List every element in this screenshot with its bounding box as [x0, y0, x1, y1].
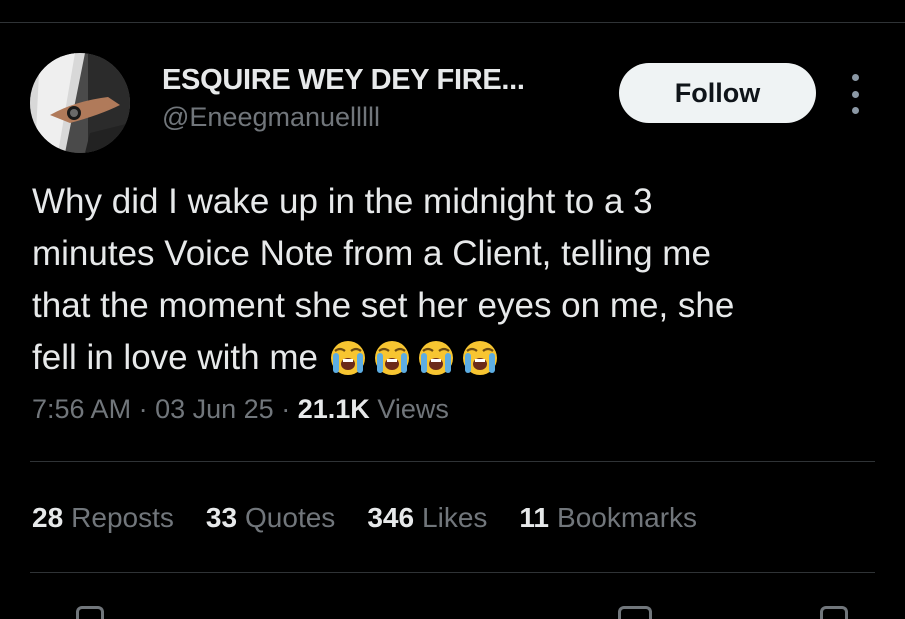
reposts-label: Reposts — [71, 502, 174, 533]
bookmarks-label: Bookmarks — [557, 502, 698, 533]
loudly-crying-face-icon — [330, 341, 365, 375]
more-dot — [851, 107, 859, 114]
more-dot — [851, 90, 859, 98]
follow-button[interactable]: Follow — [619, 63, 816, 123]
loudly-crying-face-icon — [462, 341, 497, 375]
reposts-count: 28 — [32, 502, 64, 533]
meta-separator: · — [138, 394, 148, 424]
display-name[interactable]: ESQUIRE WEY DEY FIRE... — [162, 64, 525, 97]
likes-count: 346 — [367, 502, 415, 533]
loudly-crying-face-icon — [374, 341, 409, 375]
more-options-icon[interactable] — [842, 74, 868, 114]
likes-label: Likes — [422, 502, 488, 533]
divider — [30, 572, 875, 573]
tweet-line: minutes Voice Note from a Client, tellin… — [32, 234, 711, 273]
views-label[interactable]: Views — [377, 394, 449, 424]
views-count[interactable]: 21.1K — [298, 394, 370, 424]
tweet-time[interactable]: 7:56 AM — [32, 394, 131, 424]
avatar-photo — [30, 53, 130, 153]
tweet-line-last: fell in love with me — [32, 332, 892, 384]
tweet-date[interactable]: 03 Jun 25 — [155, 394, 274, 424]
loudly-crying-face-icon — [418, 341, 453, 375]
tweet-text: Why did I wake up in the midnight to a 3… — [32, 176, 892, 384]
tweet-line: that the moment she set her eyes on me, … — [32, 286, 735, 325]
divider — [30, 461, 875, 462]
tweet-line: Why did I wake up in the midnight to a 3 — [32, 182, 653, 221]
user-handle[interactable]: @Eneegmanuelllll — [162, 102, 380, 133]
avatar[interactable] — [30, 53, 130, 153]
tweet-line: fell in love with me — [32, 338, 318, 377]
bookmarks-count: 11 — [519, 502, 550, 533]
tweet-meta: 7:56 AM · 03 Jun 25 · 21.1K Views — [32, 394, 449, 425]
quotes-label: Quotes — [245, 502, 336, 533]
engagement-stats: 28 Reposts 33 Quotes 346 Likes 11 Bookmarks — [32, 502, 729, 534]
stat-bookmarks[interactable]: 11 Bookmarks — [519, 502, 697, 534]
top-divider — [0, 22, 905, 23]
stat-reposts[interactable]: 28 Reposts — [32, 502, 174, 534]
stat-quotes[interactable]: 33 Quotes — [206, 502, 335, 534]
more-dot — [851, 74, 859, 81]
quotes-count: 33 — [205, 502, 238, 533]
meta-separator: · — [281, 394, 291, 424]
stat-likes[interactable]: 346 Likes — [367, 502, 487, 534]
